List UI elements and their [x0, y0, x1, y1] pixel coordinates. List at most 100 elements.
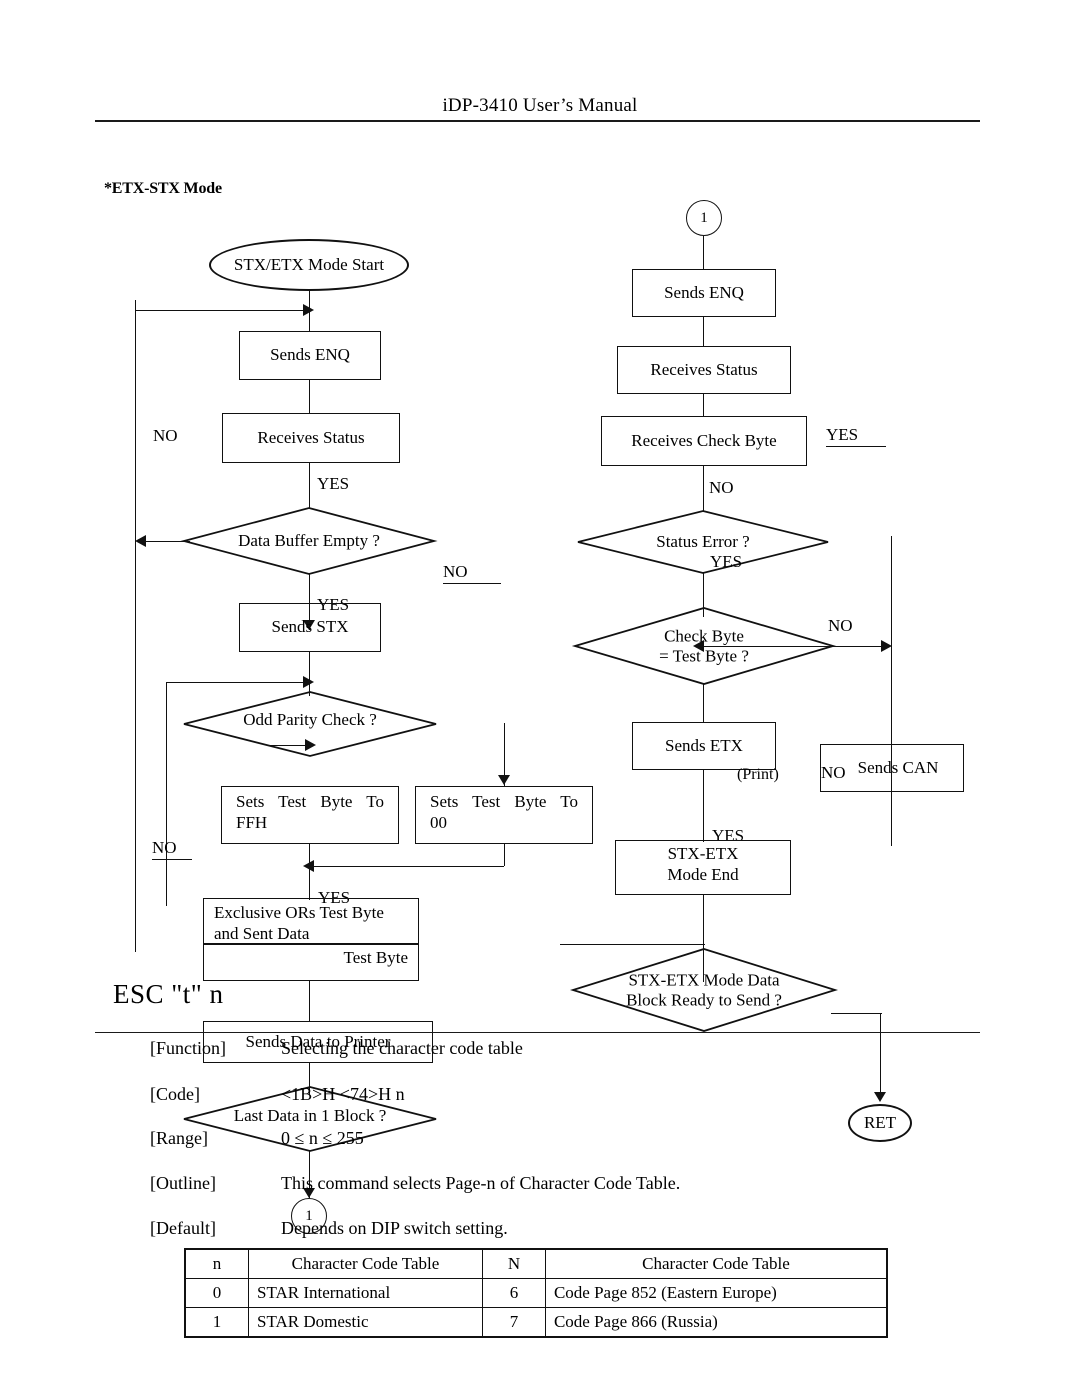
ret-arrowhead [874, 1092, 886, 1102]
connector-status2-to-checkbyte [703, 394, 704, 416]
process-receives-status-2: Receives Status [617, 346, 791, 394]
label-no-can: NO [821, 763, 846, 782]
connector-circle-1-top: 1 [686, 200, 722, 236]
process-label: Receives Check Byte [631, 430, 777, 450]
process-label: Sends ETX [665, 735, 743, 755]
blockready-yes-line [831, 1013, 882, 1014]
cell-n: 0 [184, 1278, 249, 1309]
connector-xor-to-send-data [309, 981, 310, 1021]
command-key-function: [Function] [150, 1038, 226, 1058]
cell-table2: Code Page 866 (Russia) [544, 1307, 888, 1338]
connector-1-to-enq [703, 236, 704, 269]
decision-label-line1: STX-ETX Mode Data [628, 970, 780, 990]
parity-no-top-connector [166, 682, 309, 683]
command-key-outline: [Outline] [150, 1173, 216, 1193]
process-label-2: 00 [430, 812, 447, 832]
command-rule [95, 1032, 980, 1033]
command-key-default: [Default] [150, 1218, 216, 1238]
table-row: 1 STAR Domestic 7 Code Page 866 (Russia) [184, 1307, 888, 1338]
cell-table: STAR Domestic [248, 1307, 483, 1338]
test-byte-join-line [312, 866, 504, 867]
terminal-label: RET [863, 1113, 897, 1132]
cell-n: 1 [184, 1307, 249, 1338]
process-exclusive-ors-test-byte: Test Byte [203, 944, 419, 981]
process-label-2: and Sent Data [214, 923, 310, 943]
decision-block-ready-to-send: STX-ETX Mode Data Block Ready to Send ? [569, 948, 839, 1032]
parity-no-rail [166, 682, 167, 906]
decision-label-line2: Block Ready to Send ? [626, 990, 782, 1009]
table-header-N: N [481, 1248, 546, 1280]
command-title: ESC "t" n [113, 979, 224, 1009]
process-sends-etx: Sends ETX [632, 722, 776, 770]
process-label: Sends ENQ [664, 282, 744, 302]
table-header-row: n Character Code Table N Character Code … [184, 1248, 888, 1280]
connector-stx-to-parity [309, 652, 310, 696]
decision-label: Status Error ? [656, 532, 750, 552]
table-header-cct-1: Character Code Table [248, 1248, 483, 1280]
cell-table2: Code Page 852 (Eastern Europe) [544, 1278, 888, 1309]
process-exclusive-ors: Exclusive ORs Test Byte and Sent Data [203, 898, 419, 944]
process-label: Sends ENQ [270, 345, 350, 365]
header-rule [95, 120, 980, 122]
process-label-2: FFH [236, 812, 268, 832]
manual-page: iDP-3410 User’s Manual *ETX-STX Mode STX… [0, 0, 1080, 1397]
label-yes-buffer: YES [317, 474, 350, 493]
cell-N: 6 [481, 1278, 546, 1309]
check-byte-no-arrowhead-left [693, 640, 704, 652]
decision-label: Odd Parity Check ? [243, 709, 377, 729]
decision-label: Last Data in 1 Block ? [233, 1106, 387, 1126]
label-no-status-error: NO [709, 478, 734, 497]
process-label-2: Mode End [667, 864, 739, 884]
process-label: Sends STX [271, 617, 349, 637]
process-stx-etx-mode-end: STX-ETX Mode End [615, 840, 791, 895]
connector-status-to-buffer [309, 463, 310, 508]
buffer-no-branch-line [146, 541, 190, 542]
connector-label: 1 [700, 209, 708, 226]
command-value-code: <1B>H <74>H n [281, 1084, 405, 1104]
process-label: Sets Test Byte To [430, 792, 578, 811]
terminal-ret: RET [848, 1104, 912, 1142]
parity-yes-arrowhead [305, 739, 316, 751]
connector-test-byte-00-arrowhead [498, 775, 510, 785]
table-header-n: n [184, 1248, 249, 1280]
process-sets-test-byte-00: Sets Test Byte To 00 [415, 786, 593, 844]
process-sends-enq: Sends ENQ [239, 331, 381, 380]
process-receives-check-byte: Receives Check Byte [601, 416, 807, 466]
cell-table: STAR International [248, 1278, 483, 1309]
connector-start-to-enq [309, 291, 310, 331]
label-yes-status-error: YES [710, 552, 743, 571]
command-key-range: [Range] [150, 1128, 208, 1148]
process-label: Receives Status [650, 359, 758, 379]
section-heading: *ETX-STX Mode [104, 180, 222, 197]
process-label: Exclusive ORs Test Byte [214, 903, 384, 922]
process-label: Sets Test Byte To [236, 792, 384, 811]
table-row: 0 STAR International 6 Code Page 852 (Ea… [184, 1278, 888, 1309]
command-key-code: [Code] [150, 1084, 200, 1104]
process-sends-enq-2: Sends ENQ [632, 269, 776, 317]
left-return-rail [135, 300, 136, 952]
right-outer-rail [891, 536, 892, 846]
decision-label: STX-ETX Mode Data Block Ready to Send ? [573, 970, 835, 1009]
parity-rail-arrowhead [303, 676, 314, 688]
command-value-function: Selecting the character code table [281, 1038, 523, 1058]
left-return-top-connector [135, 310, 309, 311]
process-sets-test-byte-ffh: Sets Test Byte To FFH [221, 786, 399, 844]
connector-etx-to-modeend [703, 770, 704, 842]
process-label: Receives Status [257, 427, 365, 447]
process-receives-status: Receives Status [222, 413, 400, 463]
label-no-check-byte: NO [828, 616, 853, 635]
connector-enq2-to-status2 [703, 317, 704, 346]
terminal-label: STX/ETX Mode Start [233, 255, 385, 274]
page-header-title: iDP-3410 User’s Manual [442, 95, 638, 116]
command-value-default: Depends on DIP switch setting. [281, 1218, 508, 1238]
check-byte-no-branch-line [700, 646, 890, 647]
command-value-outline: This command selects Page-n of Character… [281, 1173, 681, 1193]
process-label: STX-ETX [667, 844, 739, 863]
terminal-stx-etx-mode-start: STX/ETX Mode Start [209, 239, 409, 291]
test-byte-ffh-down [309, 844, 310, 900]
process-sends-stx: Sends STX [239, 603, 381, 652]
process-label: Sends CAN [857, 757, 939, 777]
connector-blockready-to-ret [880, 1013, 881, 1099]
connector-checkbyte-to-etx [703, 684, 704, 722]
label-print-note: (Print) [737, 766, 779, 783]
